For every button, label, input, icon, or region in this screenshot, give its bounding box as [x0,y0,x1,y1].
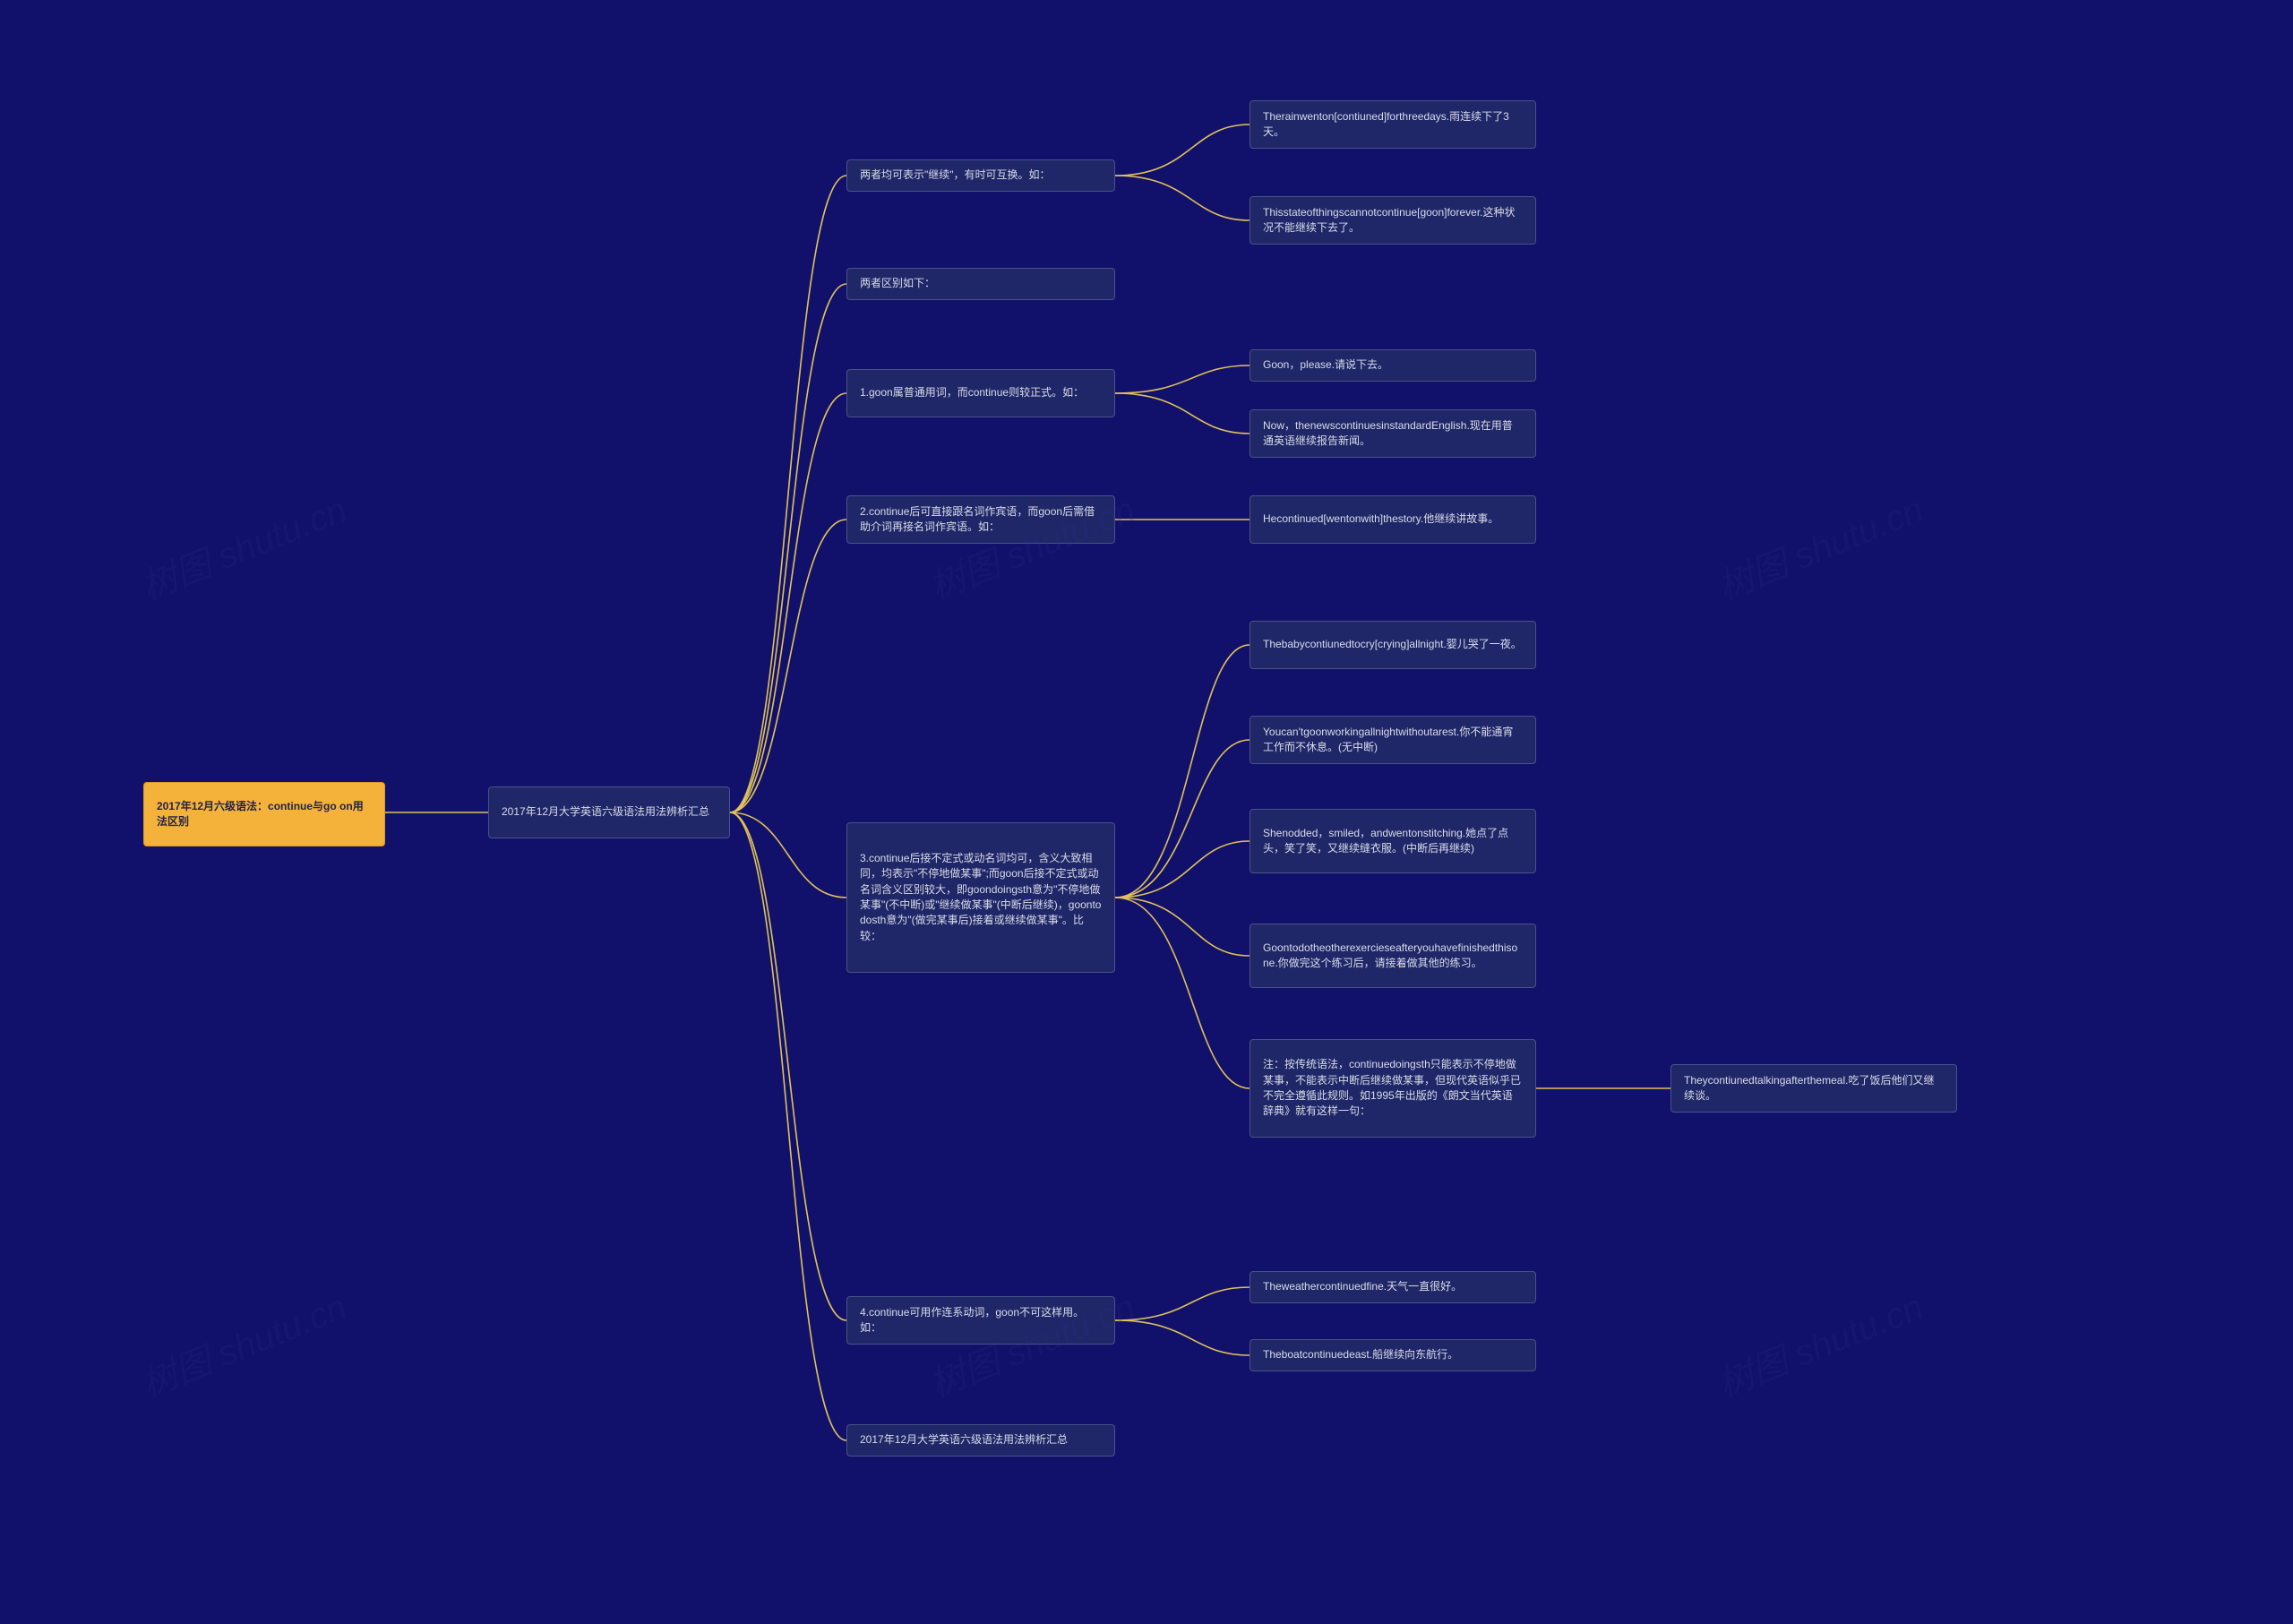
leaf-exercise[interactable]: Goontodotheotherexercieseafteryouhavefin… [1250,924,1536,988]
node-text: 2017年12月大学英语六级语法用法辨析汇总 [860,1432,1102,1448]
node-interchangeable[interactable]: 两者均可表示"继续"，有时可互换。如： [846,159,1115,192]
node-text: 4.continue可用作连系动词，goon不可这样用。如： [860,1305,1102,1336]
node-text: Theycontiunedtalkingafterthemeal.吃了饭后他们又… [1684,1073,1944,1104]
node-text: 两者均可表示"继续"，有时可互换。如： [860,168,1102,183]
node-text: Thisstateofthingscannotcontinue[goon]for… [1263,205,1523,236]
leaf-goon-please[interactable]: Goon，please.请说下去。 [1250,349,1536,382]
mindmap-canvas: { "watermark": "树图 shutu.cn", "root": {"… [0,0,2293,1624]
node-text: 注：按传统语法，continuedoingsth只能表示不停地做某事，不能表示中… [1263,1057,1523,1120]
leaf-weather[interactable]: Theweathercontinuedfine.天气一直很好。 [1250,1271,1536,1303]
leaf-boat[interactable]: Theboatcontinuedeast.船继续向东航行。 [1250,1339,1536,1371]
leaf-talking[interactable]: Theycontiunedtalkingafterthemeal.吃了饭后他们又… [1670,1064,1957,1113]
node-text: Theweathercontinuedfine.天气一直很好。 [1263,1279,1523,1294]
leaf-story[interactable]: Hecontinued[wentonwith]thestory.他继续讲故事。 [1250,495,1536,544]
node-text: Thebabycontiunedtocry[crying]allnight.婴儿… [1263,637,1523,652]
root-text: 2017年12月六级语法：continue与go on用法区别 [157,799,372,830]
node-point-2[interactable]: 2.continue后可直接跟名词作宾语，而goon后需借助介词再接名词作宾语。… [846,495,1115,544]
node-text: 两者区别如下： [860,276,1102,291]
node-text: Goon，please.请说下去。 [1263,357,1523,373]
node-text: Theboatcontinuedeast.船继续向东航行。 [1263,1347,1523,1362]
node-difference-header[interactable]: 两者区别如下： [846,268,1115,300]
node-text: 1.goon属普通用词，而continue则较正式。如： [860,385,1102,400]
leaf-nodded[interactable]: Shenodded，smiled，andwentonstitching.她点了点… [1250,809,1536,873]
node-text: Hecontinued[wentonwith]thestory.他继续讲故事。 [1263,511,1523,527]
leaf-state[interactable]: Thisstateofthingscannotcontinue[goon]for… [1250,196,1536,245]
leaf-note[interactable]: 注：按传统语法，continuedoingsth只能表示不停地做某事，不能表示中… [1250,1039,1536,1138]
node-text: 2.continue后可直接跟名词作宾语，而goon后需借助介词再接名词作宾语。… [860,504,1102,536]
node-summary-2[interactable]: 2017年12月大学英语六级语法用法辨析汇总 [846,1424,1115,1456]
leaf-baby[interactable]: Thebabycontiunedtocry[crying]allnight.婴儿… [1250,621,1536,669]
watermark: 树图 shutu.cn [133,1278,353,1408]
node-text: Youcan'tgoonworkingallnightwithoutarest.… [1263,725,1523,756]
node-point-3[interactable]: 3.continue后接不定式或动名词均可，含义大致相同，均表示"不停地做某事"… [846,822,1115,973]
node-point-1[interactable]: 1.goon属普通用词，而continue则较正式。如： [846,369,1115,417]
watermark: 树图 shutu.cn [133,481,353,611]
node-point-4[interactable]: 4.continue可用作连系动词，goon不可这样用。如： [846,1296,1115,1345]
leaf-rain[interactable]: Therainwenton[contiuned]forthreedays.雨连续… [1250,100,1536,149]
watermark: 树图 shutu.cn [1709,1278,1929,1408]
node-text: Goontodotheotherexercieseafteryouhavefin… [1263,941,1523,972]
node-text: Therainwenton[contiuned]forthreedays.雨连续… [1263,109,1523,141]
node-text: 3.continue后接不定式或动名词均可，含义大致相同，均表示"不停地做某事"… [860,851,1102,944]
branch-summary[interactable]: 2017年12月大学英语六级语法用法辨析汇总 [488,786,730,838]
leaf-news[interactable]: Now，thenewscontinuesinstandardEnglish.现在… [1250,409,1536,458]
root-node[interactable]: 2017年12月六级语法：continue与go on用法区别 [143,782,385,846]
node-text: Shenodded，smiled，andwentonstitching.她点了点… [1263,826,1523,857]
leaf-allnight[interactable]: Youcan'tgoonworkingallnightwithoutarest.… [1250,716,1536,764]
watermark: 树图 shutu.cn [1709,481,1929,611]
node-text: 2017年12月大学英语六级语法用法辨析汇总 [502,804,717,820]
node-text: Now，thenewscontinuesinstandardEnglish.现在… [1263,418,1523,450]
